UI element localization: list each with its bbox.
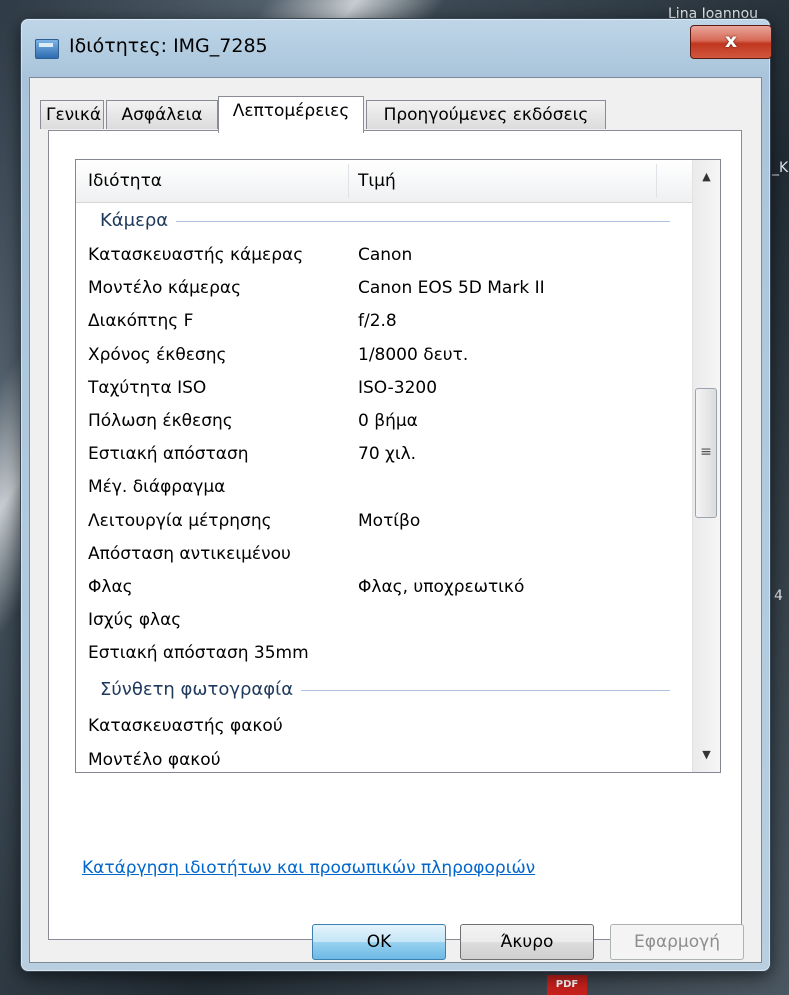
table-row[interactable]: Ταχύτητα ISO ISO-3200 — [76, 373, 694, 406]
remove-properties-link[interactable]: Κατάργηση ιδιοτήτων και προσωπικών πληρο… — [82, 858, 535, 878]
property-name: Διακόπτης F — [88, 311, 194, 332]
list-rows: Κάμερα Κατασκευαστής κάμερας Canon Μοντέλο… — [76, 202, 694, 772]
table-row[interactable]: Μοντέλο φακού — [76, 745, 694, 772]
group-divider — [100, 221, 670, 222]
property-name: Πόλωση έκθεσης — [88, 410, 233, 431]
properties-window: Ιδιότητες: IMG_7285 x Γενικά Ασφάλεια Λε… — [20, 18, 772, 972]
tab-general[interactable]: Γενικά — [40, 100, 104, 129]
table-row[interactable]: Χρόνος έκθεσης 1/8000 δευτ. — [76, 340, 694, 373]
table-row[interactable]: Πόλωση έκθεσης 0 βήμα — [76, 406, 694, 439]
property-value[interactable]: 1/8000 δευτ. — [358, 345, 468, 365]
table-row[interactable]: Μοντέλο κάμερας Canon EOS 5D Mark II — [76, 273, 694, 306]
tab-details[interactable]: Λεπτομέρειες — [218, 96, 364, 133]
property-name: Εστιακή απόσταση — [88, 444, 249, 465]
group-header-composite[interactable]: Σύνθετη φωτογραφία — [76, 671, 694, 711]
scroll-up-arrow[interactable]: ▲ — [693, 160, 720, 194]
property-name: Ισχύς φλας — [88, 610, 182, 631]
property-name: Μοντέλο κάμερας — [88, 278, 242, 299]
table-row[interactable]: Κατασκευαστής κάμερας Canon — [76, 240, 694, 273]
column-header-value[interactable]: Τιμή — [358, 160, 396, 202]
properties-list[interactable]: Ιδιότητα Τιμή Κάμερα Κατασκευαστής κάμερ… — [75, 159, 721, 773]
table-row[interactable]: Διακόπτης F f/2.8 — [76, 306, 694, 339]
property-value[interactable]: Φλας, υποχρεωτικό — [358, 577, 524, 597]
close-button[interactable]: x — [690, 25, 772, 59]
scroll-thumb[interactable]: ≡ — [695, 388, 717, 518]
property-name: Κατασκευαστής φακού — [88, 716, 283, 737]
table-row[interactable]: Εστιακή απόσταση 35mm — [76, 638, 694, 671]
table-row[interactable]: Εστιακή απόσταση 70 χιλ. — [76, 439, 694, 472]
table-row[interactable]: Ισχύς φλας — [76, 605, 694, 638]
cancel-button[interactable]: Άκυρο — [460, 924, 594, 960]
scroll-down-arrow[interactable]: ▼ — [693, 738, 720, 772]
apply-button[interactable]: Εφαρμογή — [610, 924, 744, 960]
property-name: Εστιακή απόσταση 35mm — [88, 643, 309, 664]
vertical-scrollbar[interactable]: ▲ ≡ ▼ — [692, 160, 720, 772]
column-header-property[interactable]: Ιδιότητα — [88, 160, 162, 202]
desktop-side-label: _K — [772, 160, 789, 176]
property-name: Χρόνος έκθεσης — [88, 344, 227, 365]
details-panel: Ιδιότητα Τιμή Κάμερα Κατασκευαστής κάμερ… — [48, 130, 742, 940]
window-icon — [35, 39, 59, 59]
property-name: Λειτουργία μέτρησης — [88, 510, 272, 531]
property-name: Μέγ. διάφραγμα — [88, 477, 226, 498]
property-name: Κατασκευαστής κάμερας — [88, 245, 304, 265]
dialog-client-area: Γενικά Ασφάλεια Λεπτομέρειες Προηγούμενε… — [29, 77, 762, 963]
table-row[interactable]: Απόσταση αντικειμένου — [76, 539, 694, 572]
group-header-camera[interactable]: Κάμερα — [76, 202, 694, 240]
property-value[interactable]: f/2.8 — [358, 311, 397, 331]
window-title: Ιδιότητες: IMG_7285 — [69, 35, 268, 57]
tab-security[interactable]: Ασφάλεια — [106, 100, 218, 129]
property-value[interactable]: Canon EOS 5D Mark II — [358, 278, 545, 298]
table-row[interactable]: Φλας Φλας, υποχρεωτικό — [76, 572, 694, 605]
tab-previous-versions[interactable]: Προηγούμενες εκδόσεις — [366, 100, 606, 129]
property-value[interactable]: ISO-3200 — [358, 378, 437, 398]
column-separator[interactable] — [348, 164, 349, 198]
property-value[interactable]: 0 βήμα — [358, 411, 418, 431]
table-row[interactable]: Λειτουργία μέτρησης Μοτίβο — [76, 506, 694, 539]
list-header: Ιδιότητα Τιμή — [76, 160, 694, 203]
group-label: Σύνθετη φωτογραφία — [100, 679, 302, 701]
property-name: Απόσταση αντικειμένου — [88, 543, 291, 564]
table-row[interactable]: Μέγ. διάφραγμα — [76, 472, 694, 505]
group-label: Κάμερα — [100, 210, 177, 231]
property-name: Ταχύτητα ISO — [88, 377, 207, 398]
column-separator[interactable] — [656, 164, 657, 198]
property-name: Φλας — [88, 576, 133, 597]
property-value[interactable]: Canon — [358, 245, 412, 265]
table-row[interactable]: Κατασκευαστής φακού — [76, 711, 694, 744]
desktop-side-digit: 4 — [774, 588, 783, 604]
title-bar[interactable]: Ιδιότητες: IMG_7285 x — [21, 19, 772, 75]
property-value[interactable]: Μοτίβο — [358, 511, 420, 531]
ok-button[interactable]: OK — [312, 924, 446, 960]
property-value[interactable]: 70 χιλ. — [358, 444, 416, 464]
taskbar-pdf-icon[interactable]: PDF — [547, 975, 587, 995]
property-name: Μοντέλο φακού — [88, 749, 221, 770]
